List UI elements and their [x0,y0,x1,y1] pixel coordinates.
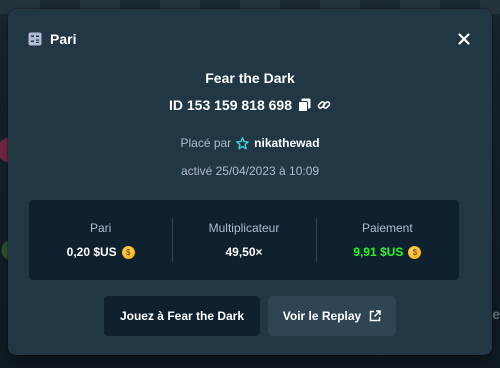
external-link-icon [369,310,381,322]
copy-icon[interactable] [298,98,311,112]
stat-multiplier: Multiplicateur 49,50× [172,200,315,280]
stat-bet: Pari 0,20 $US $ [29,200,172,280]
bet-id: ID 153 159 818 698 [169,97,292,113]
usd-coin-icon: $ [408,245,422,259]
stat-bet-value-row: 0,20 $US $ [67,245,135,259]
play-game-label: Jouez à Fear the Dark [119,309,245,323]
stat-bet-label: Pari [89,221,112,235]
bet-details-modal: Pari Fear the Dark ID 153 159 818 698 Pl… [8,9,492,355]
vip-star-icon [236,136,250,150]
usd-coin-icon: $ [121,245,135,259]
link-icon[interactable] [317,98,331,112]
stat-bet-value: 0,20 $US [66,245,117,259]
bet-id-row: ID 153 159 818 698 [8,97,492,113]
placed-by-row: Placé par nikathewad [8,136,492,150]
betslip-icon [28,32,42,46]
stat-payout-value: 9,91 $US [353,245,404,259]
close-icon[interactable] [456,31,472,47]
modal-title: Pari [50,31,77,47]
game-name: Fear the Dark [205,70,295,86]
placed-by-label: Placé par [180,136,232,150]
stat-multiplier-label: Multiplicateur [208,221,280,235]
stat-payout-value-row: 9,91 $US $ [353,245,422,259]
play-game-button[interactable]: Jouez à Fear the Dark [104,296,260,336]
stat-payout: Paiement 9,91 $US $ [315,200,459,280]
stat-multiplier-value: 49,50× [225,245,263,259]
view-replay-label: Voir le Replay [282,309,362,323]
activated-timestamp: activé 25/04/2023 à 10:09 [180,164,320,178]
view-replay-button[interactable]: Voir le Replay [268,296,396,336]
username-link[interactable]: nikathewad [254,136,319,150]
modal-header: Pari [28,29,472,49]
modal-actions: Jouez à Fear the Dark Voir le Replay [8,296,492,336]
stat-payout-label: Paiement [361,221,413,235]
bet-stats-panel: Pari 0,20 $US $ Multiplicateur 49,50× Pa… [29,200,459,280]
